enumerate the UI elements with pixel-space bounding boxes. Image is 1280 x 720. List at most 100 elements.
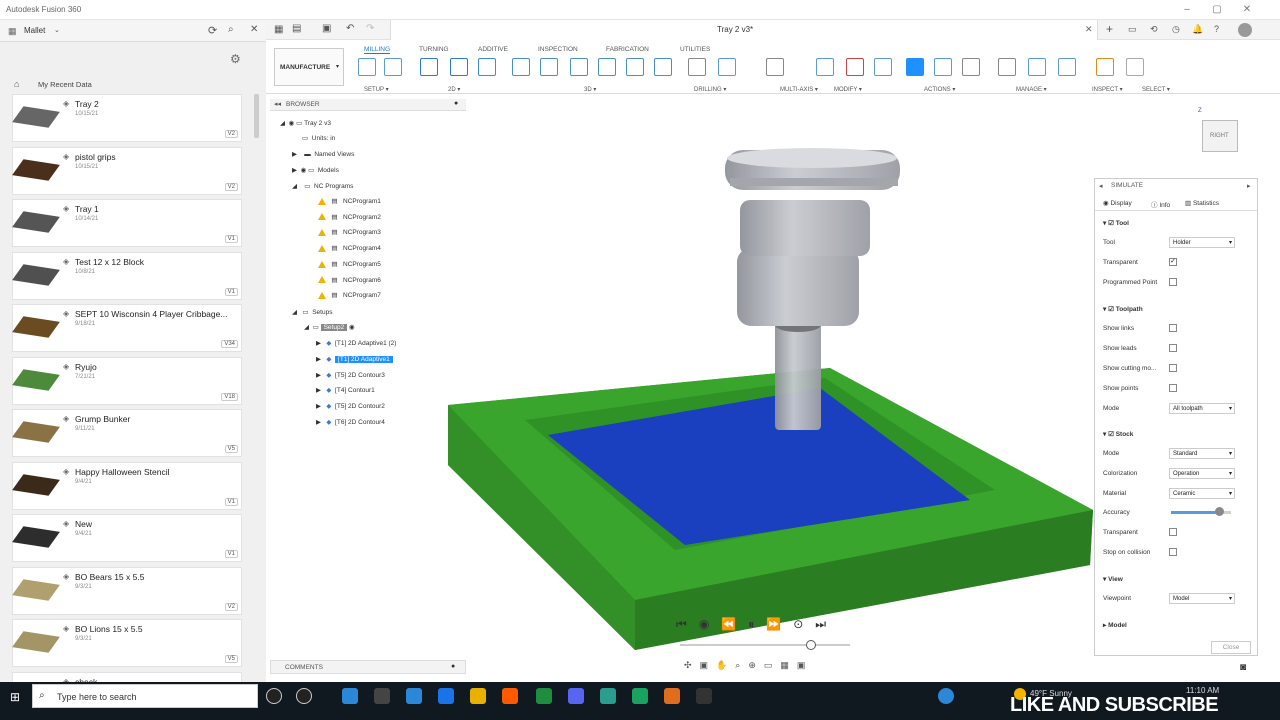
group-inspect-menu[interactable]: INSPECT ▾ — [1092, 86, 1123, 93]
group-setup-menu[interactable]: SETUP ▾ — [364, 86, 389, 93]
close-tab-icon[interactable]: ✕ — [1085, 24, 1093, 35]
list-item[interactable]: ◈ Tray 2 10/15/21 V2 — [12, 94, 242, 142]
playback-slider-handle[interactable] — [806, 640, 816, 650]
nc-program-item[interactable]: ▤ NCProgram2 — [318, 211, 381, 225]
operation-item[interactable]: ▶ ◆ [T6] 2D Contour4 — [316, 416, 385, 430]
eye-icon[interactable]: ◉ — [301, 167, 307, 174]
show-links-checkbox[interactable] — [1169, 324, 1177, 332]
list-item[interactable]: ◈ check — [12, 671, 242, 682]
version-badge[interactable]: V1 — [224, 235, 238, 243]
apps-grid-icon[interactable]: ▦ — [274, 24, 283, 35]
zoom-icon[interactable]: ⊕ — [748, 660, 756, 674]
discord-icon[interactable] — [568, 688, 584, 704]
operation-item[interactable]: ▶ ◆ [T4] Contour1 — [316, 384, 375, 398]
step-back-icon[interactable]: ◉ — [699, 617, 709, 631]
delete-toolpath-icon[interactable] — [846, 58, 864, 76]
tool-dropdown[interactable]: Holder ▾ — [1169, 237, 1235, 248]
store-icon[interactable] — [374, 688, 390, 704]
browser-pin-icon[interactable]: ● — [454, 100, 458, 107]
view-cube-face[interactable]: RIGHT — [1202, 120, 1238, 152]
show-cutting-checkbox[interactable] — [1169, 364, 1177, 372]
eye-icon[interactable]: ◉ — [289, 120, 295, 127]
hole-recognition-icon[interactable] — [718, 58, 736, 76]
show-leads-checkbox[interactable] — [1169, 344, 1177, 352]
tab-display[interactable]: ◉ Display — [1103, 199, 1132, 207]
mail-icon[interactable] — [406, 688, 422, 704]
setup-sheet-icon[interactable] — [962, 58, 980, 76]
group-multi-axis-menu[interactable]: MULTI-AXIS ▾ — [780, 86, 818, 93]
nc-program-item[interactable]: ▤ NCProgram6 — [318, 274, 381, 288]
3d-adaptive-icon[interactable] — [512, 58, 530, 76]
tree-setup[interactable]: ◢ ▭ Setup2 ◉ — [304, 321, 355, 335]
version-badge[interactable]: V2 — [224, 182, 238, 191]
3d-scallop-icon[interactable] — [626, 58, 644, 76]
expand-icon[interactable]: ◢ — [292, 183, 297, 190]
toolpath-section[interactable]: ▾ ☑ Toolpath — [1103, 305, 1143, 313]
nc-program-item[interactable]: ▤ NCProgram3 — [318, 226, 381, 240]
task-view-icon[interactable] — [296, 688, 312, 704]
capture-icon[interactable]: ▣ — [700, 660, 709, 674]
expand-icon[interactable]: ◢ — [280, 120, 285, 127]
2d-pocket-icon[interactable] — [478, 58, 496, 76]
group-select-menu[interactable]: SELECT ▾ — [1142, 86, 1170, 93]
tab-fabrication[interactable]: FABRICATION — [606, 46, 649, 53]
list-item[interactable]: ◈ Happy Halloween Stencil 9/4/21 V1 — [12, 461, 242, 510]
nc-program-item[interactable]: ▤ NCProgram7 — [318, 289, 381, 303]
viewport-canvas[interactable] — [440, 130, 1100, 658]
material-dropdown[interactable]: Ceramic ▾ — [1169, 488, 1235, 499]
tab-additive[interactable]: ADDITIVE — [478, 46, 508, 53]
new-tab-icon[interactable]: + — [1106, 22, 1113, 36]
expand-icon[interactable]: ▶ — [316, 419, 321, 426]
group-actions-menu[interactable]: ACTIONS ▾ — [924, 86, 955, 93]
fusion360-icon[interactable] — [664, 688, 680, 704]
scrollbar[interactable] — [254, 94, 259, 138]
version-badge[interactable]: V1 — [224, 550, 238, 558]
close-button[interactable]: Close — [1211, 641, 1251, 654]
expand-icon[interactable]: ▶ — [316, 340, 321, 347]
dropbox-icon[interactable] — [438, 688, 454, 704]
refresh-icon[interactable]: ⟳ — [208, 24, 217, 37]
expand-icon[interactable]: ◢ — [292, 309, 297, 316]
feedback-icon[interactable]: ◙ — [1240, 662, 1246, 673]
step-forward-icon[interactable]: ⊙ — [793, 617, 803, 631]
list-item[interactable]: ◈ Tray 1 10/14/21 V1 — [12, 199, 242, 247]
grid-icon[interactable]: ▦ — [8, 26, 17, 37]
workspace-switcher[interactable]: MANUFACTURE ▾ — [274, 48, 344, 86]
windows-start-icon[interactable]: ⊞ — [10, 690, 20, 704]
go-to-end-icon[interactable]: ⏭ — [815, 617, 826, 632]
2d-adaptive-icon[interactable] — [450, 58, 468, 76]
playback-track[interactable] — [680, 644, 850, 646]
nc-program-item[interactable]: ▤ NCProgram1 — [318, 195, 381, 209]
tree-named-views[interactable]: ▶ ▬ Named Views — [292, 148, 354, 162]
show-points-checkbox[interactable] — [1169, 384, 1177, 392]
tree-nc-programs[interactable]: ◢ ▭ NC Programs — [292, 180, 353, 194]
simulate-icon[interactable] — [906, 58, 924, 76]
tab-turning[interactable]: TURNING — [419, 46, 449, 53]
redo-icon[interactable]: ↷ — [366, 23, 374, 34]
group-manage-menu[interactable]: MANAGE ▾ — [1016, 86, 1047, 93]
cortana-icon[interactable] — [266, 688, 282, 704]
edge-icon[interactable] — [342, 688, 358, 704]
expand-icon[interactable]: ▸ — [1247, 182, 1251, 190]
model-section[interactable]: ▸ Model — [1103, 621, 1127, 629]
list-item[interactable]: ◈ BO Lions 15 x 5.5 9/3/21 V5 — [12, 619, 242, 667]
toolpath-mode-dropdown[interactable]: All toolpath ▾ — [1169, 403, 1235, 414]
expand-icon[interactable]: ◢ — [304, 324, 309, 331]
tool-library-icon[interactable] — [998, 58, 1016, 76]
setup-icon[interactable] — [358, 58, 376, 76]
project-selector[interactable]: Mallet — [24, 26, 45, 35]
programmed-point-checkbox[interactable] — [1169, 278, 1177, 286]
viewports-icon[interactable]: ▣ — [797, 660, 806, 674]
post-library-icon[interactable] — [1058, 58, 1076, 76]
view-section[interactable]: ▾ View — [1103, 575, 1123, 583]
tab-milling[interactable]: MILLING — [364, 46, 391, 54]
green-app-icon[interactable] — [632, 688, 648, 704]
orbit-icon[interactable]: ✣ — [684, 660, 692, 674]
3d-parallel-icon[interactable] — [570, 58, 588, 76]
list-item[interactable]: ◈ BO Bears 15 x 5.5 9/3/21 V2 — [12, 566, 242, 615]
close-panel-icon[interactable]: ✕ — [250, 24, 258, 35]
group-2d-menu[interactable]: 2D ▾ — [448, 86, 460, 93]
home-icon[interactable]: ⌂ — [14, 79, 19, 89]
chevron-down-icon[interactable]: ⌄ — [54, 26, 60, 34]
version-badge[interactable]: V34 — [221, 340, 238, 348]
